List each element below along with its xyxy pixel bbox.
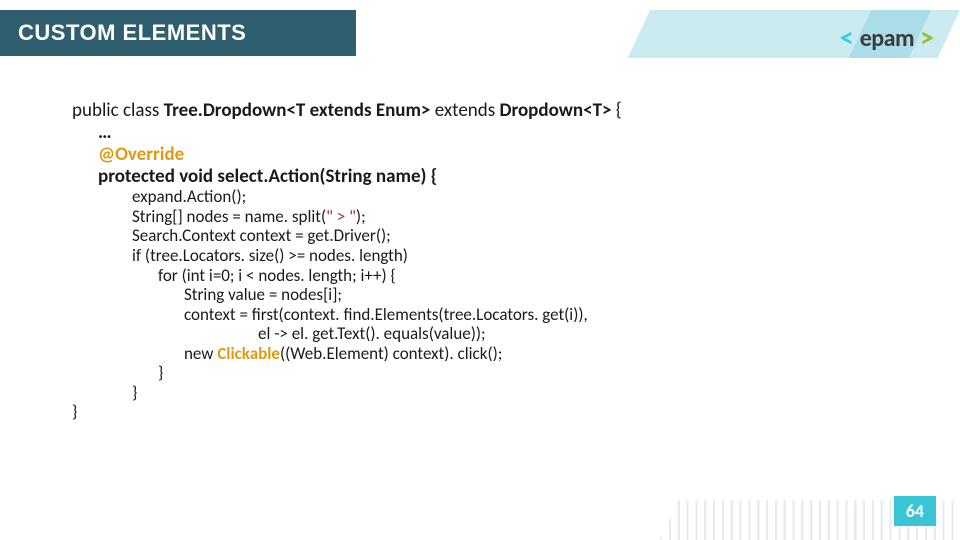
logo-bracket-left: < [840, 30, 854, 47]
code-block: public class Tree.Dropdown<T extends Enu… [72, 100, 930, 422]
logo: < epam > [840, 24, 934, 53]
logo-text: epam [860, 24, 914, 53]
logo-bracket-right: > [920, 30, 934, 47]
page-number: 64 [894, 496, 936, 526]
slide-title: CUSTOM ELEMENTS [0, 10, 356, 56]
